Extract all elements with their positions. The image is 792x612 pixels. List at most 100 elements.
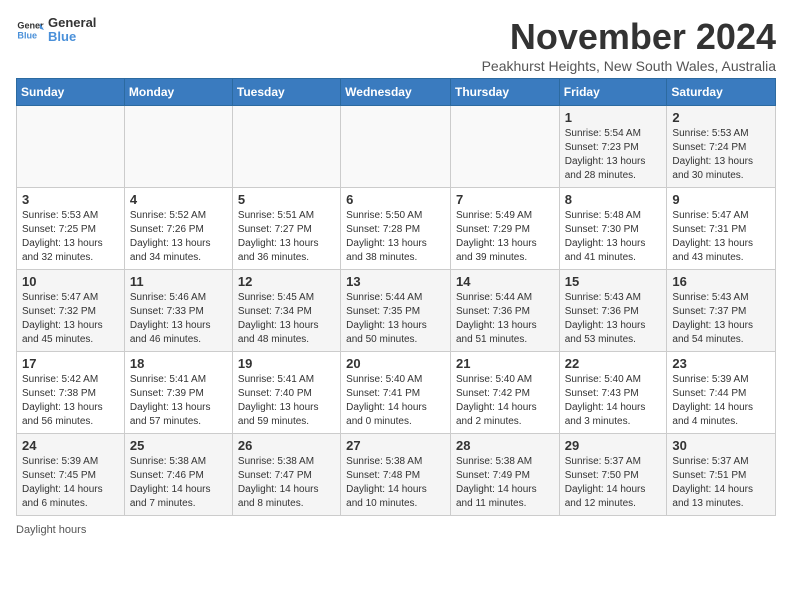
calendar-cell bbox=[232, 106, 340, 188]
day-number: 20 bbox=[346, 356, 445, 371]
day-number: 24 bbox=[22, 438, 119, 453]
day-info: Sunrise: 5:51 AM Sunset: 7:27 PM Dayligh… bbox=[238, 209, 335, 265]
day-number: 5 bbox=[238, 192, 335, 207]
day-number: 15 bbox=[565, 274, 662, 289]
day-number: 17 bbox=[22, 356, 119, 371]
day-info: Sunrise: 5:50 AM Sunset: 7:28 PM Dayligh… bbox=[346, 209, 445, 265]
calendar-cell: 15 Sunrise: 5:43 AM Sunset: 7:36 PM Dayli… bbox=[559, 270, 667, 352]
day-number: 18 bbox=[130, 356, 227, 371]
location-subtitle: Peakhurst Heights, New South Wales, Aust… bbox=[482, 58, 776, 74]
calendar-cell: 30Sunrise: 5:37 AM Sunset: 7:51 PM Dayli… bbox=[667, 434, 776, 516]
day-number: 16 bbox=[672, 274, 770, 289]
calendar-cell: 27 Sunrise: 5:38 AM Sunset: 7:48 PM Dayli… bbox=[341, 434, 451, 516]
logo-text-general: General bbox=[48, 16, 96, 30]
day-info: Sunrise: 5:39 AM Sunset: 7:45 PM Dayligh… bbox=[22, 455, 119, 511]
calendar-cell bbox=[17, 106, 125, 188]
day-number: 9 bbox=[672, 192, 770, 207]
day-number: 12 bbox=[238, 274, 335, 289]
footer-note: Daylight hours bbox=[16, 524, 776, 536]
day-number: 6 bbox=[346, 192, 445, 207]
day-info: Sunrise: 5:53 AM Sunset: 7:24 PM Dayligh… bbox=[672, 127, 770, 183]
calendar-cell: 5 Sunrise: 5:51 AM Sunset: 7:27 PM Daylig… bbox=[232, 188, 340, 270]
day-number: 2 bbox=[672, 110, 770, 125]
day-number: 22 bbox=[565, 356, 662, 371]
calendar-cell: 6 Sunrise: 5:50 AM Sunset: 7:28 PM Daylig… bbox=[341, 188, 451, 270]
calendar-header-row: SundayMondayTuesdayWednesdayThursdayFrid… bbox=[17, 79, 776, 106]
day-number: 25 bbox=[130, 438, 227, 453]
day-info: Sunrise: 5:38 AM Sunset: 7:46 PM Dayligh… bbox=[130, 455, 227, 511]
day-number: 10 bbox=[22, 274, 119, 289]
logo-icon: General Blue bbox=[16, 16, 44, 44]
day-info: Sunrise: 5:43 AM Sunset: 7:36 PM Dayligh… bbox=[565, 291, 662, 347]
calendar-cell: 23 Sunrise: 5:39 AM Sunset: 7:44 PM Dayli… bbox=[667, 352, 776, 434]
calendar-cell: 17 Sunrise: 5:42 AM Sunset: 7:38 PM Dayli… bbox=[17, 352, 125, 434]
calendar-cell: 20 Sunrise: 5:40 AM Sunset: 7:41 PM Dayli… bbox=[341, 352, 451, 434]
logo: General Blue General Blue bbox=[16, 16, 96, 45]
calendar-cell: 10 Sunrise: 5:47 AM Sunset: 7:32 PM Dayli… bbox=[17, 270, 125, 352]
day-number: 1 bbox=[565, 110, 662, 125]
calendar-cell: 16Sunrise: 5:43 AM Sunset: 7:37 PM Dayli… bbox=[667, 270, 776, 352]
day-info: Sunrise: 5:47 AM Sunset: 7:32 PM Dayligh… bbox=[22, 291, 119, 347]
calendar-cell: 8Sunrise: 5:48 AM Sunset: 7:30 PM Daylig… bbox=[559, 188, 667, 270]
day-info: Sunrise: 5:49 AM Sunset: 7:29 PM Dayligh… bbox=[456, 209, 554, 265]
title-block: November 2024 Peakhurst Heights, New Sou… bbox=[482, 16, 776, 74]
calendar-cell: 13Sunrise: 5:44 AM Sunset: 7:35 PM Dayli… bbox=[341, 270, 451, 352]
calendar-week-1: 1Sunrise: 5:54 AM Sunset: 7:23 PM Daylig… bbox=[17, 106, 776, 188]
page-header: General Blue General Blue November 2024 … bbox=[16, 16, 776, 74]
calendar-cell: 7 Sunrise: 5:49 AM Sunset: 7:29 PM Daylig… bbox=[450, 188, 559, 270]
day-number: 29 bbox=[565, 438, 662, 453]
day-number: 23 bbox=[672, 356, 770, 371]
day-info: Sunrise: 5:52 AM Sunset: 7:26 PM Dayligh… bbox=[130, 209, 227, 265]
calendar-cell: 18Sunrise: 5:41 AM Sunset: 7:39 PM Dayli… bbox=[124, 352, 232, 434]
calendar-cell: 22Sunrise: 5:40 AM Sunset: 7:43 PM Dayli… bbox=[559, 352, 667, 434]
month-title: November 2024 bbox=[482, 16, 776, 58]
day-number: 11 bbox=[130, 274, 227, 289]
calendar-cell: 4 Sunrise: 5:52 AM Sunset: 7:26 PM Daylig… bbox=[124, 188, 232, 270]
calendar-week-4: 17 Sunrise: 5:42 AM Sunset: 7:38 PM Dayli… bbox=[17, 352, 776, 434]
day-number: 14 bbox=[456, 274, 554, 289]
calendar-week-5: 24 Sunrise: 5:39 AM Sunset: 7:45 PM Dayli… bbox=[17, 434, 776, 516]
weekday-header-saturday: Saturday bbox=[667, 79, 776, 106]
day-info: Sunrise: 5:41 AM Sunset: 7:40 PM Dayligh… bbox=[238, 373, 335, 429]
weekday-header-wednesday: Wednesday bbox=[341, 79, 451, 106]
day-number: 4 bbox=[130, 192, 227, 207]
day-number: 27 bbox=[346, 438, 445, 453]
calendar-cell bbox=[124, 106, 232, 188]
calendar-cell: 25 Sunrise: 5:38 AM Sunset: 7:46 PM Dayli… bbox=[124, 434, 232, 516]
calendar-week-3: 10 Sunrise: 5:47 AM Sunset: 7:32 PM Dayli… bbox=[17, 270, 776, 352]
calendar-cell: 11 Sunrise: 5:46 AM Sunset: 7:33 PM Dayli… bbox=[124, 270, 232, 352]
day-info: Sunrise: 5:42 AM Sunset: 7:38 PM Dayligh… bbox=[22, 373, 119, 429]
day-info: Sunrise: 5:47 AM Sunset: 7:31 PM Dayligh… bbox=[672, 209, 770, 265]
day-number: 26 bbox=[238, 438, 335, 453]
day-info: Sunrise: 5:39 AM Sunset: 7:44 PM Dayligh… bbox=[672, 373, 770, 429]
svg-text:Blue: Blue bbox=[17, 31, 37, 41]
calendar-cell: 14 Sunrise: 5:44 AM Sunset: 7:36 PM Dayli… bbox=[450, 270, 559, 352]
day-info: Sunrise: 5:38 AM Sunset: 7:48 PM Dayligh… bbox=[346, 455, 445, 511]
calendar-cell: 29Sunrise: 5:37 AM Sunset: 7:50 PM Dayli… bbox=[559, 434, 667, 516]
calendar-table: SundayMondayTuesdayWednesdayThursdayFrid… bbox=[16, 78, 776, 516]
calendar-cell: 2 Sunrise: 5:53 AM Sunset: 7:24 PM Daylig… bbox=[667, 106, 776, 188]
day-info: Sunrise: 5:38 AM Sunset: 7:49 PM Dayligh… bbox=[456, 455, 554, 511]
calendar-cell: 9 Sunrise: 5:47 AM Sunset: 7:31 PM Daylig… bbox=[667, 188, 776, 270]
day-info: Sunrise: 5:44 AM Sunset: 7:36 PM Dayligh… bbox=[456, 291, 554, 347]
day-number: 28 bbox=[456, 438, 554, 453]
calendar-cell: 26Sunrise: 5:38 AM Sunset: 7:47 PM Dayli… bbox=[232, 434, 340, 516]
weekday-header-tuesday: Tuesday bbox=[232, 79, 340, 106]
calendar-cell bbox=[341, 106, 451, 188]
day-number: 8 bbox=[565, 192, 662, 207]
calendar-cell: 19 Sunrise: 5:41 AM Sunset: 7:40 PM Dayli… bbox=[232, 352, 340, 434]
day-number: 7 bbox=[456, 192, 554, 207]
calendar-cell bbox=[450, 106, 559, 188]
day-info: Sunrise: 5:40 AM Sunset: 7:41 PM Dayligh… bbox=[346, 373, 445, 429]
weekday-header-sunday: Sunday bbox=[17, 79, 125, 106]
calendar-cell: 1Sunrise: 5:54 AM Sunset: 7:23 PM Daylig… bbox=[559, 106, 667, 188]
calendar-cell: 21Sunrise: 5:40 AM Sunset: 7:42 PM Dayli… bbox=[450, 352, 559, 434]
calendar-cell: 24 Sunrise: 5:39 AM Sunset: 7:45 PM Dayli… bbox=[17, 434, 125, 516]
day-number: 21 bbox=[456, 356, 554, 371]
day-info: Sunrise: 5:46 AM Sunset: 7:33 PM Dayligh… bbox=[130, 291, 227, 347]
calendar-cell: 12Sunrise: 5:45 AM Sunset: 7:34 PM Dayli… bbox=[232, 270, 340, 352]
calendar-cell: 3Sunrise: 5:53 AM Sunset: 7:25 PM Daylig… bbox=[17, 188, 125, 270]
day-number: 19 bbox=[238, 356, 335, 371]
day-info: Sunrise: 5:53 AM Sunset: 7:25 PM Dayligh… bbox=[22, 209, 119, 265]
logo-text-blue: Blue bbox=[48, 30, 96, 44]
